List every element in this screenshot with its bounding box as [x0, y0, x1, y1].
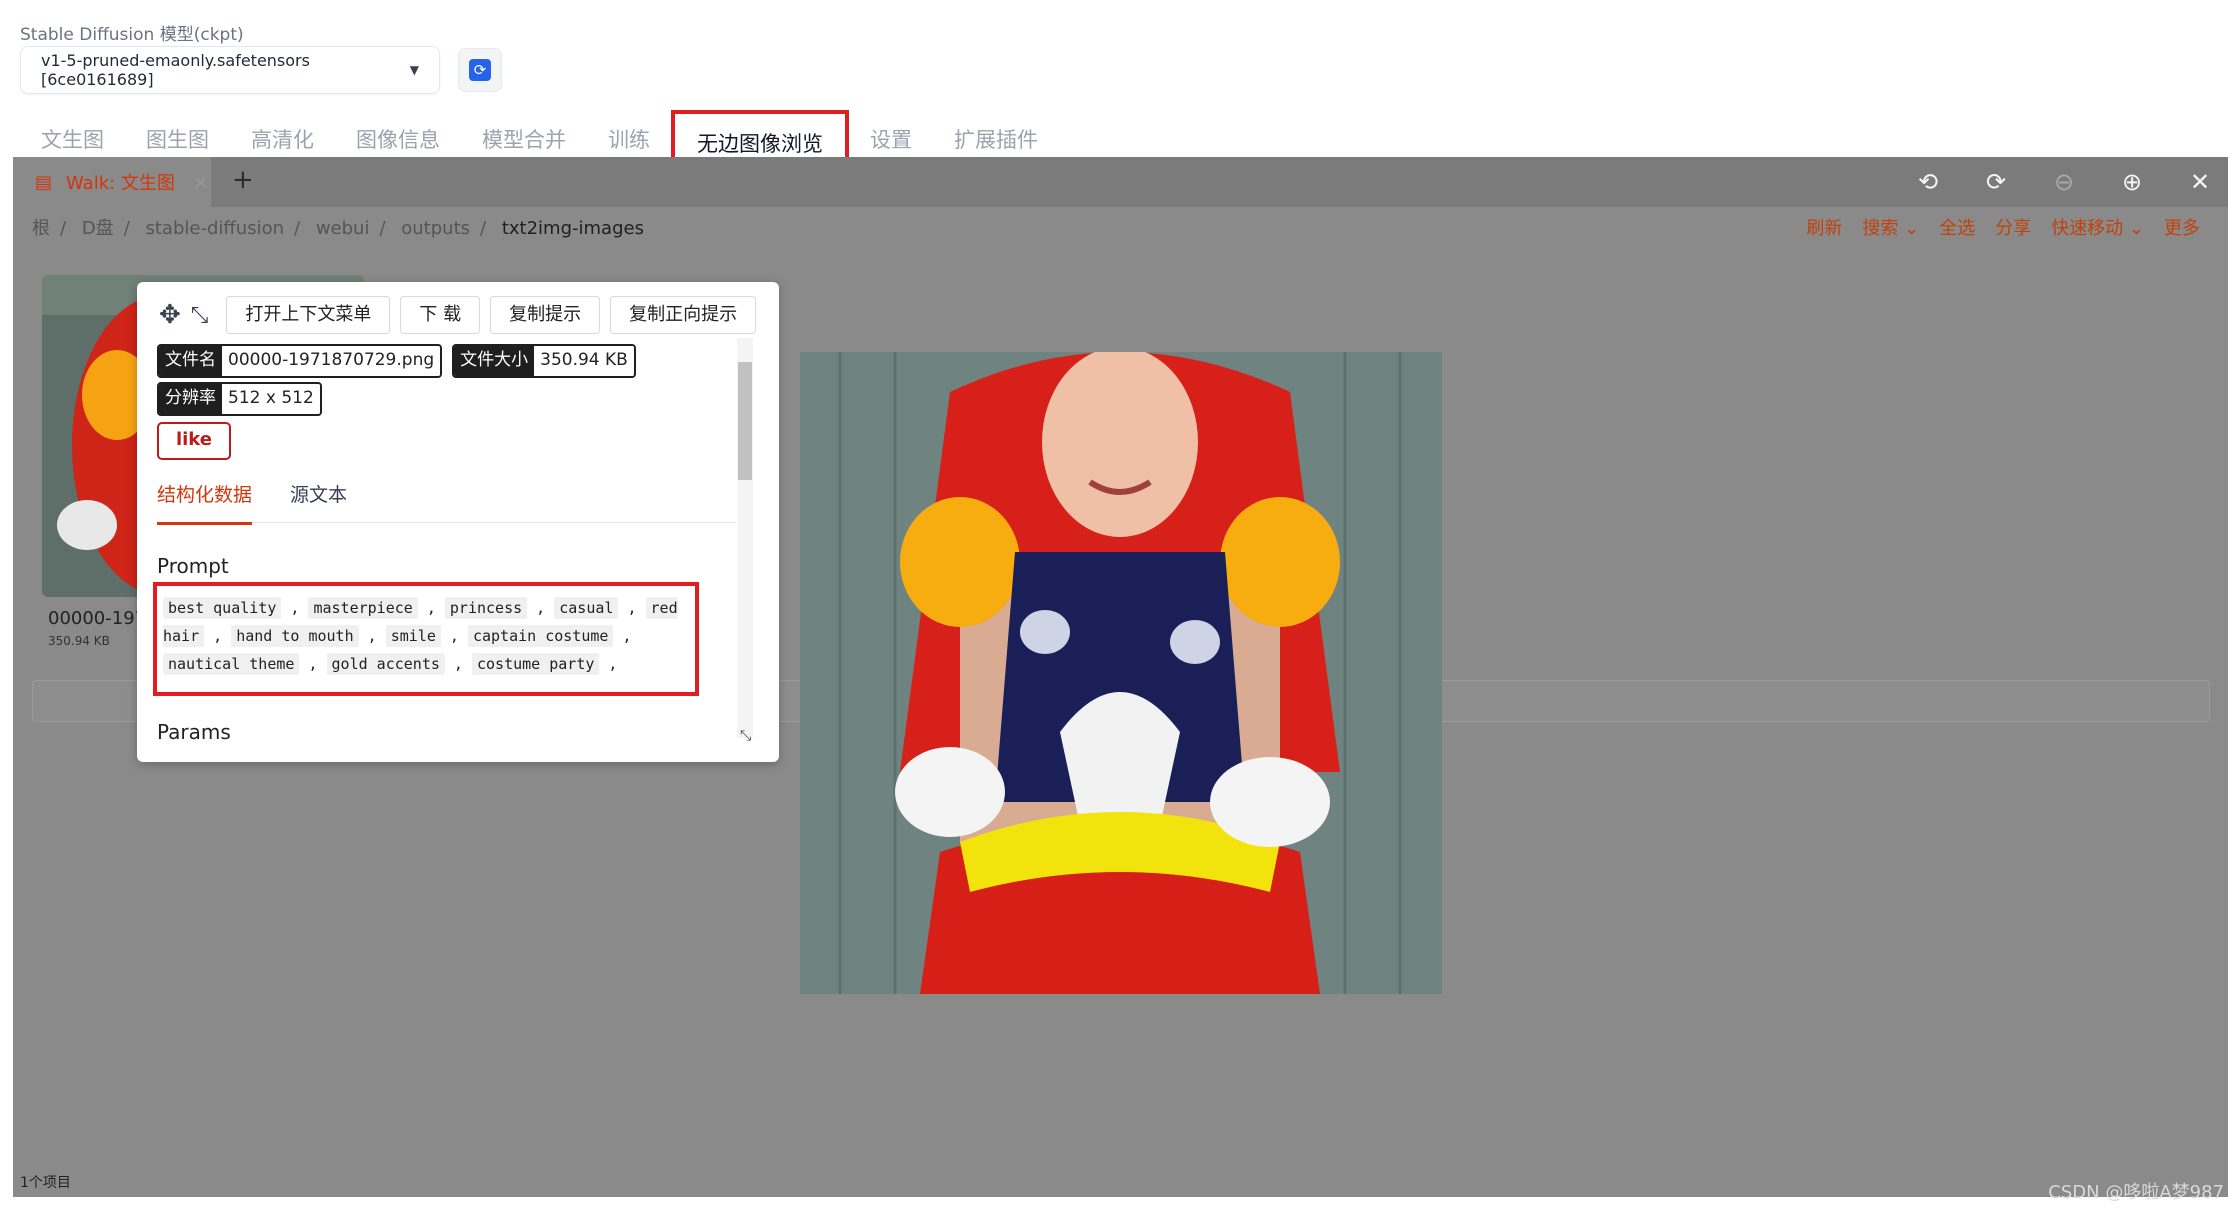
resize-handle-icon[interactable]: ⤡: [740, 728, 751, 744]
rotate-left-icon[interactable]: ⟲: [1918, 168, 1938, 196]
tab-png-info[interactable]: 图像信息: [335, 120, 461, 160]
browser-actions: 刷新 搜索 ⌄ 全选 分享 快速移动 ⌄ 更多: [1806, 214, 2200, 240]
tab-structured-data[interactable]: 结构化数据: [157, 480, 253, 525]
filesize-key: 文件大小: [454, 346, 535, 376]
tab-checkpoint-merger[interactable]: 模型合并: [461, 120, 587, 160]
breadcrumb-item[interactable]: outputs: [401, 218, 470, 239]
document-icon: ▤: [35, 171, 53, 193]
image-detail-panel: ✥ ⤡ 打开上下文菜单 下 载 复制提示 复制正向提示 文件名 00000-19…: [137, 282, 779, 762]
close-preview-icon[interactable]: ✕: [2190, 168, 2210, 196]
refresh-action[interactable]: 刷新: [1806, 214, 1842, 240]
prompt-title: Prompt: [157, 554, 229, 578]
tab-extras[interactable]: 高清化: [230, 120, 335, 160]
prompt-token: nautical theme: [163, 653, 300, 675]
filename-value: 00000-1971870729.png: [222, 346, 441, 376]
filesize-value: 350.94 KB: [534, 346, 634, 376]
copy-prompt-button[interactable]: 复制提示: [490, 296, 601, 334]
browser-tabbar: [13, 157, 2228, 207]
file-meta-row: 文件名 00000-1971870729.png 文件大小 350.94 KB: [157, 344, 636, 378]
refresh-model-button[interactable]: ⟳: [458, 48, 502, 92]
more-action[interactable]: 更多: [2164, 214, 2200, 240]
prompt-token: casual: [554, 597, 619, 619]
filesize-tag: 文件大小 350.94 KB: [452, 344, 636, 378]
breadcrumb-item[interactable]: D盘: [82, 218, 114, 239]
download-button[interactable]: 下 载: [400, 296, 481, 334]
collapse-icon[interactable]: ⤡: [191, 303, 209, 328]
prompt-token: costume party: [472, 653, 600, 675]
drag-move-icon[interactable]: ✥: [159, 300, 181, 330]
prompt-token: gold accents: [326, 653, 445, 675]
add-tab-button[interactable]: +: [232, 165, 254, 195]
resolution-row: 分辨率 512 x 512: [157, 382, 322, 416]
share-action[interactable]: 分享: [1995, 214, 2031, 240]
open-context-menu-button[interactable]: 打开上下文菜单: [226, 296, 391, 334]
panel-toolbar: ✥ ⤡ 打开上下文菜单 下 载 复制提示 复制正向提示: [159, 296, 757, 334]
chevron-down-icon: ▼: [409, 63, 419, 77]
search-action[interactable]: 搜索 ⌄: [1862, 214, 1919, 240]
resolution-value: 512 x 512: [222, 384, 320, 414]
tab-extensions[interactable]: 扩展插件: [933, 120, 1059, 160]
panel-scroll-thumb[interactable]: [738, 362, 752, 480]
watermark: CSDN @哆啦A梦987: [2048, 1182, 2224, 1203]
breadcrumb: 根 / D盘 / stable-diffusion / webui / outputs /…: [32, 218, 644, 239]
breadcrumb-item[interactable]: stable-diffusion: [146, 218, 285, 239]
prompt-token: princess: [444, 597, 528, 619]
item-count: 1个项目: [20, 1175, 71, 1191]
main-tabs: 文生图 图生图 高清化 图像信息 模型合并 训练 无边图像浏览 设置 扩展插件: [20, 110, 1059, 176]
tab-img2img[interactable]: 图生图: [125, 120, 230, 160]
prompt-token: smile: [385, 625, 441, 647]
detail-subtabs: 结构化数据 源文本: [157, 480, 735, 525]
walk-tab-title: Walk: 文生图: [66, 173, 175, 194]
model-label: Stable Diffusion 模型(ckpt): [20, 25, 244, 45]
model-select[interactable]: v1-5-pruned-emaonly.safetensors [6ce0161…: [20, 46, 440, 94]
tab-settings[interactable]: 设置: [849, 120, 933, 160]
tab-train[interactable]: 训练: [587, 120, 671, 160]
refresh-icon: ⟳: [469, 59, 491, 81]
breadcrumb-item[interactable]: webui: [316, 218, 370, 239]
walk-tab[interactable]: ▤ Walk: 文生图 ×: [13, 157, 211, 207]
prompt-token: masterpiece: [308, 597, 418, 619]
breadcrumb-item[interactable]: 根: [32, 218, 50, 239]
prompt-tokens: best quality , masterpiece , princess , …: [153, 582, 699, 696]
thumbnail-filesize: 350.94 KB: [48, 634, 110, 648]
params-title: Params: [157, 720, 231, 744]
zoom-in-icon[interactable]: ⊕: [2122, 168, 2142, 196]
filename-tag: 文件名 00000-1971870729.png: [157, 344, 443, 378]
resolution-tag: 分辨率 512 x 512: [157, 382, 322, 416]
prompt-token: best quality: [163, 597, 282, 619]
rotate-right-icon[interactable]: ⟳: [1986, 168, 2006, 196]
model-select-value: v1-5-pruned-emaonly.safetensors [6ce0161…: [41, 51, 310, 89]
tab-txt2img[interactable]: 文生图: [20, 120, 125, 160]
zoom-out-icon[interactable]: ⊖: [2054, 168, 2074, 196]
prompt-token: captain costume: [467, 625, 614, 647]
close-icon[interactable]: ×: [193, 172, 208, 193]
select-all-action[interactable]: 全选: [1939, 214, 1975, 240]
prompt-token: hand to mouth: [231, 625, 359, 647]
filename-key: 文件名: [159, 346, 222, 376]
resolution-key: 分辨率: [159, 384, 222, 414]
breadcrumb-current: txt2img-images: [501, 218, 644, 239]
like-button[interactable]: like: [157, 422, 231, 460]
preview-image: [800, 352, 1442, 994]
tab-raw-text[interactable]: 源文本: [290, 480, 347, 522]
copy-positive-prompt-button[interactable]: 复制正向提示: [610, 296, 757, 334]
quick-move-action[interactable]: 快速移动 ⌄: [2051, 214, 2144, 240]
